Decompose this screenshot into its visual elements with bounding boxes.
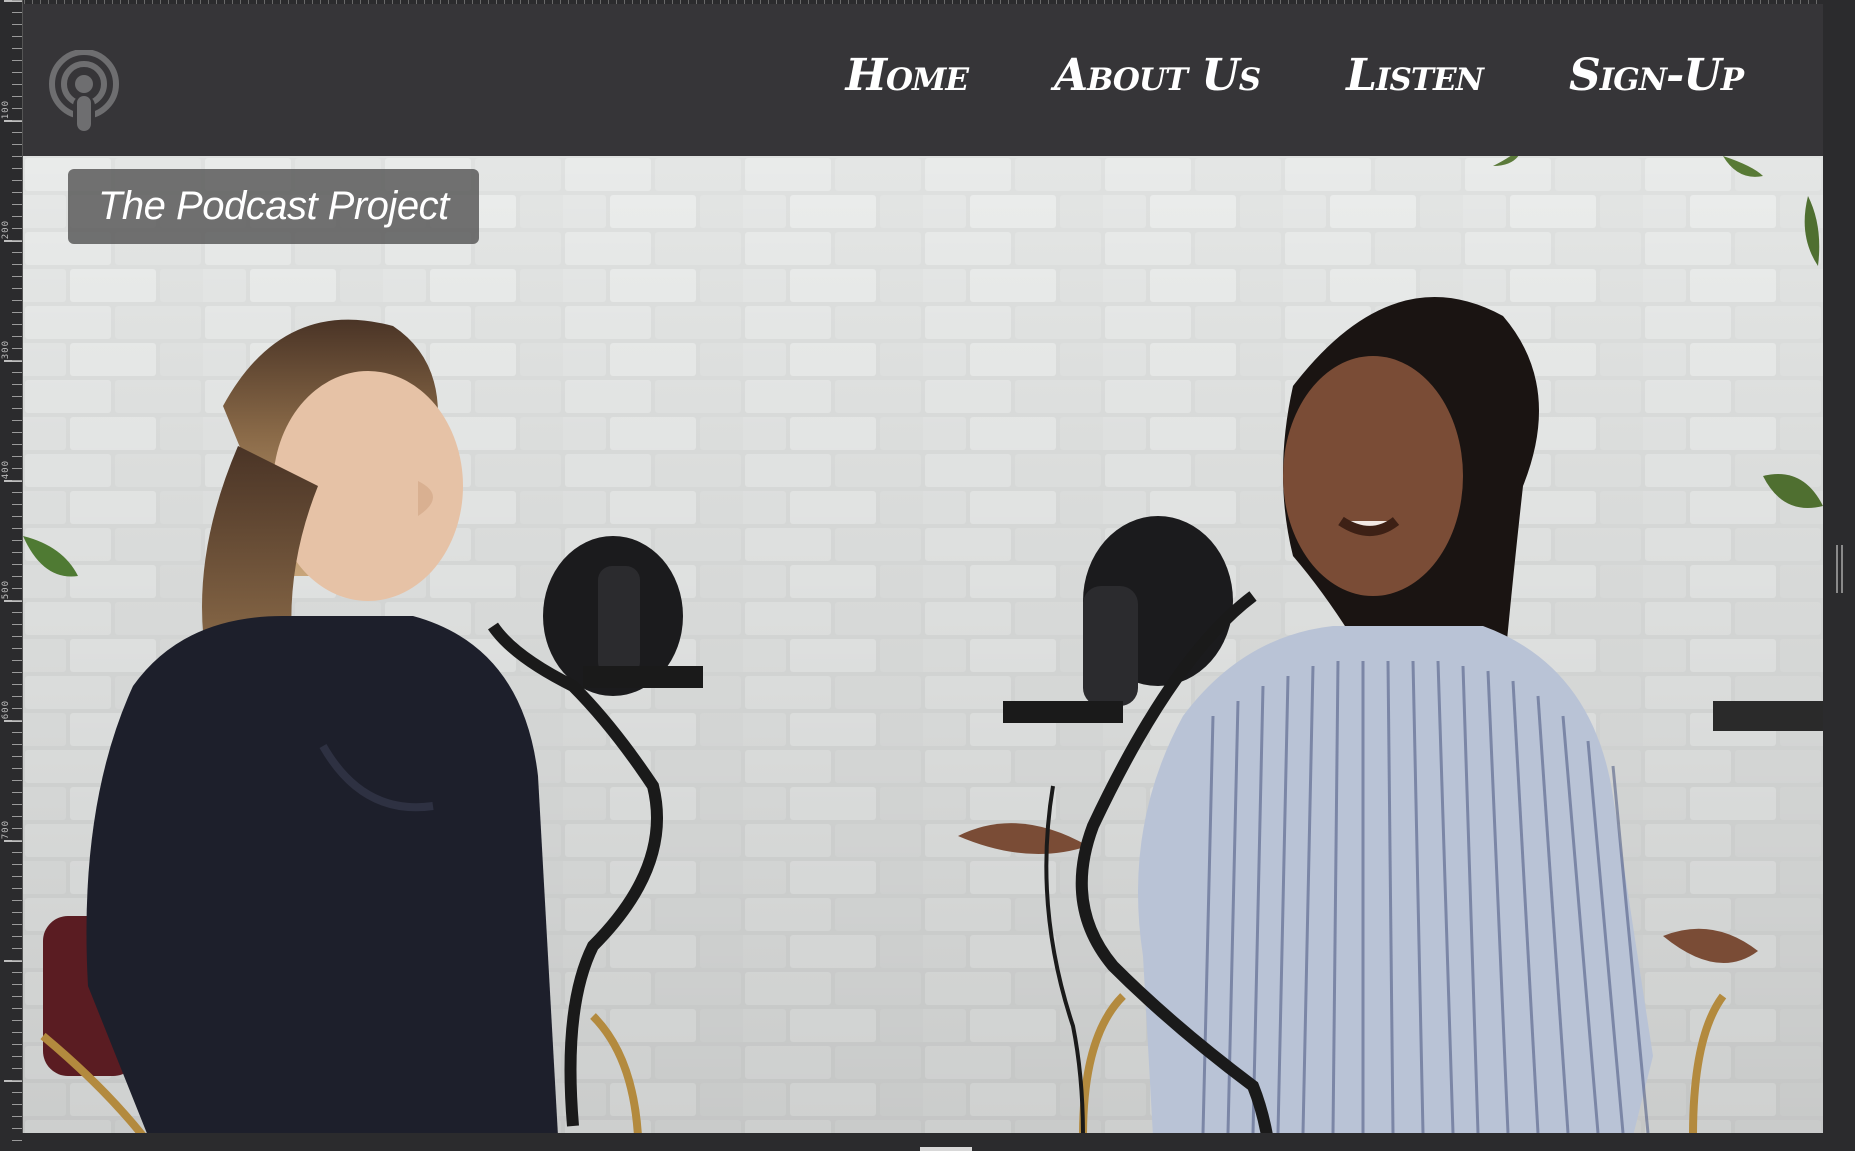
bottom-scroll-strip (22, 1133, 1823, 1151)
main-nav: Home About Us Listen Sign-Up (845, 54, 1744, 98)
podcast-icon[interactable] (47, 49, 121, 134)
ruler-mark: 300 (1, 340, 11, 360)
left-ruler: 100 200 300 400 500 600 700 (0, 0, 23, 1151)
hero-image: The Podcast Project (23, 156, 1823, 1133)
nav-listen[interactable]: Listen (1346, 54, 1484, 98)
nav-home[interactable]: Home (845, 54, 969, 98)
nav-about-us[interactable]: About Us (1054, 54, 1261, 98)
resize-handle[interactable] (1836, 545, 1843, 593)
right-gutter (1823, 0, 1855, 1151)
ruler-mark: 600 (1, 700, 11, 720)
ruler-mark: 500 (1, 580, 11, 600)
scroll-thumb[interactable] (920, 1147, 972, 1151)
site-title-badge: The Podcast Project (68, 169, 479, 244)
ruler-mark: 100 (1, 100, 11, 120)
ruler-mark: 700 (1, 820, 11, 840)
ruler-mark: 200 (1, 220, 11, 240)
nav-sign-up[interactable]: Sign-Up (1569, 54, 1744, 98)
ruler-mark: 400 (1, 460, 11, 480)
website-canvas: Home About Us Listen Sign-Up The Podcast… (23, 4, 1823, 1133)
navbar: Home About Us Listen Sign-Up (23, 4, 1823, 156)
hero-photo (23, 156, 1823, 1133)
